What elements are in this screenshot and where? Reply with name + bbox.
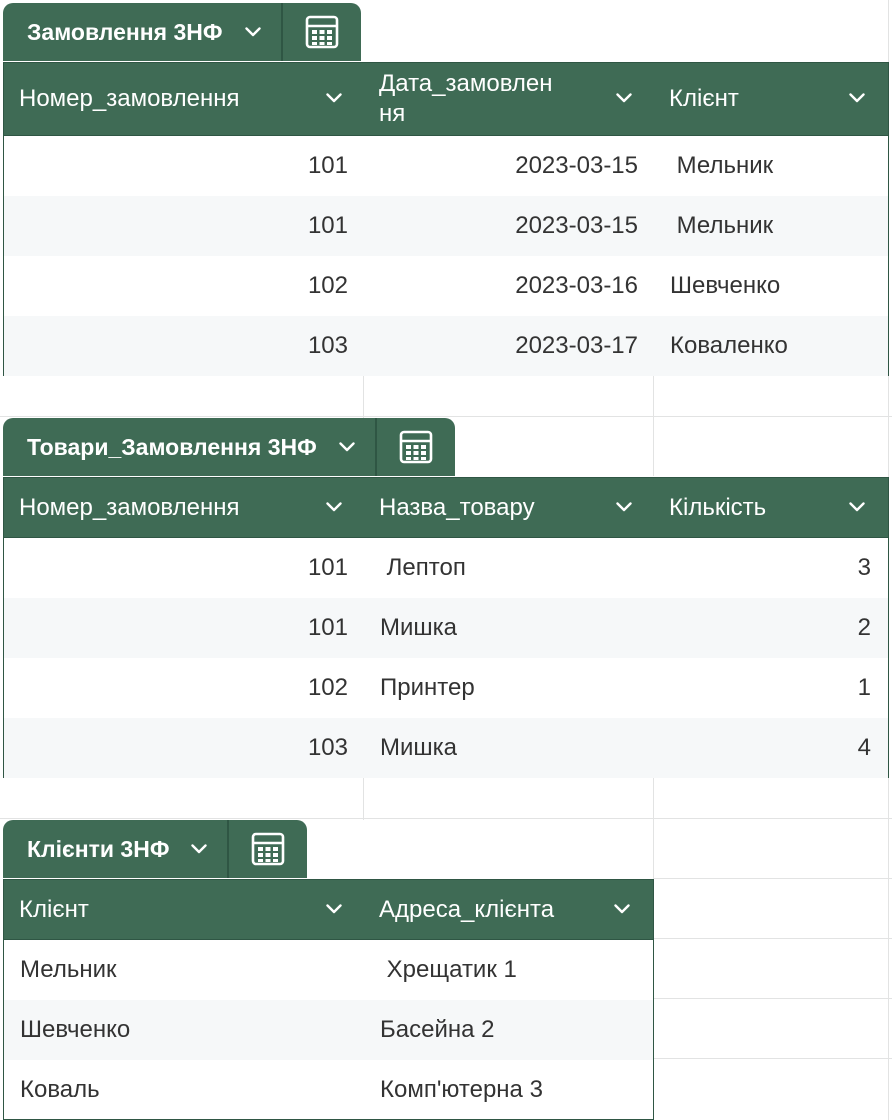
table-cell[interactable]: 2023-03-16 xyxy=(364,272,654,300)
table-cell[interactable]: 2 xyxy=(654,614,887,642)
table-row: 101 2023-03-15 Мельник xyxy=(4,196,888,256)
table-name-dropdown[interactable]: Товари_Замовлення 3НФ xyxy=(3,418,375,476)
table-cell[interactable]: Хрещатик 1 xyxy=(364,956,652,984)
table-cell[interactable]: Принтер xyxy=(364,674,654,702)
table-body: 101 2023-03-15 Мельник 101 2023-03-15 Ме… xyxy=(3,136,889,376)
table-cell[interactable]: 1 xyxy=(654,674,887,702)
calculator-icon xyxy=(252,832,285,866)
table-cell[interactable]: 101 xyxy=(4,554,364,582)
table-cell[interactable]: Мельник xyxy=(4,956,364,984)
table-row: 103 2023-03-17 Коваленко xyxy=(4,316,888,376)
table-cell[interactable]: 103 xyxy=(4,332,364,360)
table-name: Товари_Замовлення 3НФ xyxy=(27,433,317,460)
table-orders: Замовлення 3НФ Номер_замовлення Дата_зам… xyxy=(3,3,889,376)
table-body: Мельник Хрещатик 1 Шевченко Басейна 2 Ко… xyxy=(3,940,654,1120)
table-cell[interactable]: Мельник xyxy=(654,152,887,180)
chevron-down-icon[interactable] xyxy=(849,93,865,103)
table-cell[interactable]: Мельник xyxy=(654,212,887,240)
chevron-down-icon xyxy=(244,27,261,37)
chevron-down-icon xyxy=(191,844,208,854)
table-body: 101 Лептоп 3 101 Мишка 2 102 Принтер 1 1… xyxy=(3,538,889,778)
table-cell[interactable]: Шевченко xyxy=(4,1016,364,1044)
table-cell[interactable]: 3 xyxy=(654,554,887,582)
table-cell[interactable]: Коваленко xyxy=(654,332,887,360)
table-cell[interactable]: Комп'ютерна 3 xyxy=(364,1076,652,1104)
table-row: 101 Мишка 2 xyxy=(4,598,888,658)
chevron-down-icon[interactable] xyxy=(616,93,632,103)
table-name-dropdown[interactable]: Замовлення 3НФ xyxy=(3,3,281,61)
table-header: Номер_замовлення Назва_товару Кількість xyxy=(3,477,889,538)
table-header: Клієнт Адреса_клієнта xyxy=(3,879,654,940)
table-cell[interactable]: 2023-03-15 xyxy=(364,152,654,180)
column-header[interactable]: Кількість xyxy=(654,478,887,537)
table-cell[interactable]: 2023-03-15 xyxy=(364,212,654,240)
table-cell[interactable]: 103 xyxy=(4,734,364,762)
chevron-down-icon xyxy=(339,442,355,452)
calculator-icon xyxy=(305,15,338,49)
table-tab: Клієнти 3НФ xyxy=(3,820,308,878)
column-header[interactable]: Клієнт xyxy=(4,880,364,939)
table-row: 102 Принтер 1 xyxy=(4,658,888,718)
table-cell[interactable]: 2023-03-17 xyxy=(364,332,654,360)
table-row: Шевченко Басейна 2 xyxy=(4,1000,653,1060)
table-row: 103 Мишка 4 xyxy=(4,718,888,778)
table-clients: Клієнти 3НФ Клієнт Адреса_клієнта Мельни… xyxy=(3,820,654,1120)
table-cell[interactable]: 101 xyxy=(4,614,364,642)
calculator-button[interactable] xyxy=(283,3,361,61)
table-cell[interactable]: 102 xyxy=(4,674,364,702)
chevron-down-icon[interactable] xyxy=(849,501,865,512)
calculator-button[interactable] xyxy=(377,418,455,476)
table-tab: Товари_Замовлення 3НФ xyxy=(3,418,455,476)
calculator-icon xyxy=(399,430,433,464)
table-name: Клієнти 3НФ xyxy=(27,835,170,862)
table-cell[interactable]: 102 xyxy=(4,272,364,300)
table-cell[interactable]: 4 xyxy=(654,734,887,762)
chevron-down-icon[interactable] xyxy=(326,501,342,512)
column-header[interactable]: Адреса_клієнта xyxy=(364,880,652,939)
table-row: Коваль Комп'ютерна 3 xyxy=(4,1060,653,1120)
table-name-dropdown[interactable]: Клієнти 3НФ xyxy=(3,820,227,878)
table-cell[interactable]: 101 xyxy=(4,212,364,240)
column-header[interactable]: Дата_замовлен ня xyxy=(364,63,654,135)
table-cell[interactable]: Лептоп xyxy=(364,554,654,582)
table-row: 101 Лептоп 3 xyxy=(4,538,888,598)
column-header[interactable]: Номер_замовлення xyxy=(4,478,364,537)
table-row: Мельник Хрещатик 1 xyxy=(4,940,653,1000)
column-header[interactable]: Номер_замовлення xyxy=(4,63,364,135)
table-tab: Замовлення 3НФ xyxy=(3,3,361,61)
chevron-down-icon[interactable] xyxy=(614,903,630,914)
calculator-button[interactable] xyxy=(229,820,307,878)
table-cell[interactable]: Басейна 2 xyxy=(364,1016,652,1044)
table-row: 102 2023-03-16 Шевченко xyxy=(4,256,888,316)
column-header[interactable]: Назва_товару xyxy=(364,478,654,537)
chevron-down-icon[interactable] xyxy=(616,501,632,512)
table-cell[interactable]: Шевченко xyxy=(654,272,887,300)
table-row: 101 2023-03-15 Мельник xyxy=(4,136,888,196)
table-name: Замовлення 3НФ xyxy=(27,18,223,45)
chevron-down-icon[interactable] xyxy=(326,93,342,103)
table-order-items: Товари_Замовлення 3НФ Номер_замовлення Н… xyxy=(3,418,889,778)
table-cell[interactable]: Коваль xyxy=(4,1076,364,1104)
chevron-down-icon[interactable] xyxy=(326,903,342,914)
table-cell[interactable]: 101 xyxy=(4,152,364,180)
table-header: Номер_замовлення Дата_замовлен ня Клієнт xyxy=(3,62,889,136)
column-header[interactable]: Клієнт xyxy=(654,63,887,135)
table-cell[interactable]: Мишка xyxy=(364,614,654,642)
table-cell[interactable]: Мишка xyxy=(364,734,654,762)
